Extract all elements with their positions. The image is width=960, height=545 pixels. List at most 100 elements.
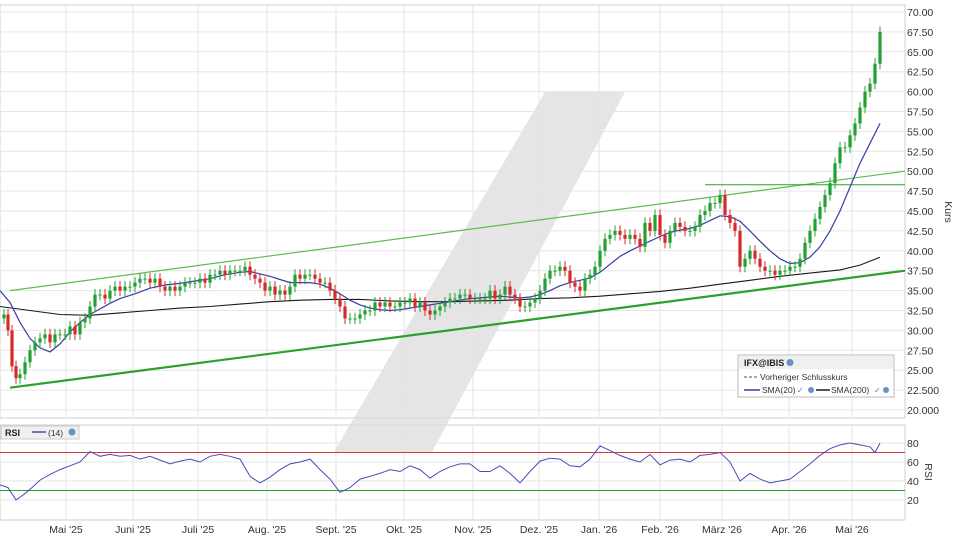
candle-body <box>463 294 467 296</box>
x-tick-label: Dez. '25 <box>520 524 558 536</box>
candle-body <box>313 274 317 279</box>
candle-body <box>473 298 477 300</box>
candle-body <box>758 258 762 267</box>
candle-body <box>358 314 362 319</box>
candle-body <box>423 302 427 311</box>
candle-body <box>293 274 297 287</box>
rsi-y-tick-label: 40 <box>907 476 919 488</box>
stock-chart: Mai '25 Juni '25 Juli '25 Aug. '25 Sept. '25… <box>0 0 960 540</box>
candle-body <box>73 326 77 335</box>
candle-body <box>33 342 37 351</box>
candle-body <box>608 234 612 239</box>
rsi-axis-title: RSI <box>922 463 934 481</box>
y-tick-label: 57.50 <box>907 107 933 119</box>
candle-body <box>193 282 197 284</box>
x-tick-label: Nov. '25 <box>454 524 492 536</box>
candle-body <box>288 286 292 295</box>
candle-body <box>603 238 607 251</box>
y-tick-label: 55.00 <box>907 126 933 138</box>
legend-info-icon <box>883 387 889 393</box>
candle-body <box>158 278 162 287</box>
x-tick-label: Juni '25 <box>115 524 151 536</box>
candle-body <box>188 282 192 284</box>
candle-body <box>728 214 732 223</box>
candle-body <box>638 238 642 247</box>
candle-body <box>103 294 107 299</box>
candle-body <box>303 274 307 279</box>
legend-prev-close: Vorheriger Schlusskurs <box>760 372 847 382</box>
x-tick-label: März '26 <box>702 524 742 536</box>
candle-body <box>418 302 422 307</box>
candle-body <box>318 278 322 283</box>
candle-body <box>498 294 502 299</box>
legend-sma20: SMA(20) <box>762 385 796 395</box>
candle-body <box>508 286 512 295</box>
candle-body <box>583 278 587 291</box>
candle-body <box>683 226 687 231</box>
candle-body <box>383 302 387 307</box>
rsi-legend-period: (14) <box>48 428 63 438</box>
candle-body <box>563 266 567 271</box>
y-tick-label: 45.00 <box>907 206 933 218</box>
candle-body <box>333 290 337 299</box>
candle-body <box>173 286 177 291</box>
candle-body <box>14 366 18 379</box>
chart-canvas: Mai '25 Juni '25 Juli '25 Aug. '25 Sept. '25… <box>0 4 954 536</box>
candle-body <box>343 306 347 319</box>
candle-body <box>528 302 532 307</box>
legend-check-icon: ✓ <box>874 386 881 395</box>
candle-body <box>6 314 10 331</box>
candle-body <box>78 322 82 335</box>
y-axis-title: Kurs <box>942 201 954 223</box>
candle-body <box>553 270 557 272</box>
candle-body <box>233 270 237 272</box>
candle-body <box>353 318 357 320</box>
legend-check-icon: ✓ <box>797 386 804 395</box>
candle-body <box>718 195 722 204</box>
candle-body <box>668 230 672 243</box>
legend-symbol: IFX@IBIS <box>744 358 784 368</box>
y-tick-label: 25.00 <box>907 365 933 377</box>
candle-body <box>733 222 737 231</box>
candle-body <box>843 147 847 149</box>
candle-body <box>403 302 407 304</box>
candle-body <box>623 234 627 239</box>
candle-body <box>738 230 742 267</box>
x-tick-label: Aug. '25 <box>248 524 286 536</box>
candle-body <box>363 310 367 315</box>
candle-body <box>393 306 397 308</box>
candle-body <box>548 270 552 279</box>
candle-body <box>178 286 182 291</box>
x-tick-label: Feb. '26 <box>641 524 679 536</box>
candle-body <box>258 278 262 283</box>
candle-body <box>248 266 252 275</box>
candle-body <box>413 298 417 307</box>
candle-body <box>848 135 852 148</box>
candle-body <box>768 270 772 272</box>
y-tick-label: 67.50 <box>907 27 933 39</box>
candle-body <box>813 218 817 231</box>
candle-body <box>523 306 527 308</box>
candle-body <box>278 290 282 295</box>
candle-body <box>163 286 167 291</box>
candle-body <box>873 63 877 84</box>
candle-body <box>198 278 202 283</box>
y-tick-label: 52.50 <box>907 146 933 158</box>
candle-body <box>853 123 857 136</box>
candle-body <box>488 290 492 299</box>
candle-body <box>453 298 457 300</box>
y-tick-label: 65.00 <box>907 47 933 59</box>
y-tick-label: 50.00 <box>907 166 933 178</box>
candle-body <box>273 286 277 295</box>
y-tick-label: 35.00 <box>907 286 933 298</box>
candle-body <box>573 282 577 287</box>
candle-body <box>10 330 14 367</box>
candle-body <box>83 318 87 323</box>
candle-body <box>513 294 517 299</box>
y-tick-label: 27.50 <box>907 345 933 357</box>
candle-body <box>588 274 592 279</box>
legend-info-icon <box>786 359 794 366</box>
rsi-y-tick-label: 60 <box>907 457 919 469</box>
candle-body <box>133 282 137 287</box>
y-tick-label: 47.50 <box>907 186 933 198</box>
